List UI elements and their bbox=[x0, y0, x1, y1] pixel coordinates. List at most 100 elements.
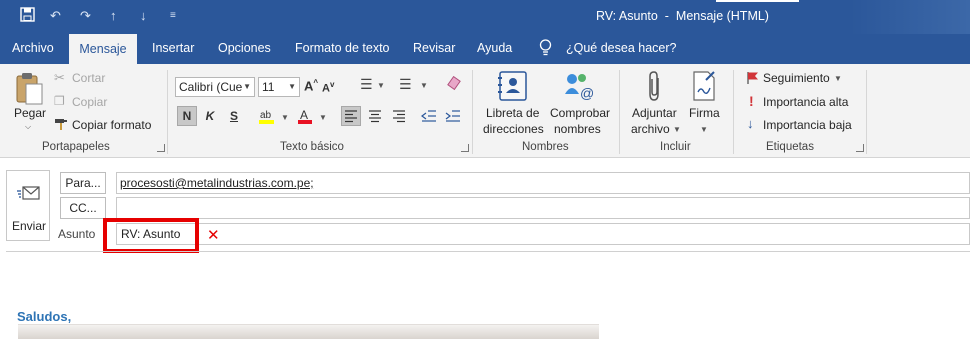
to-button[interactable]: Para... bbox=[60, 172, 106, 194]
send-icon bbox=[17, 185, 41, 206]
low-importance-button[interactable]: Importancia baja bbox=[763, 118, 852, 132]
send-button[interactable]: Enviar bbox=[6, 170, 50, 241]
undo-icon[interactable]: ↶ bbox=[50, 8, 61, 24]
copy-icon: ❐ bbox=[54, 94, 65, 108]
italic-button[interactable]: K bbox=[200, 106, 220, 126]
grow-font-icon[interactable]: A^ bbox=[304, 78, 318, 93]
tab-insertar[interactable]: Insertar bbox=[152, 41, 194, 55]
lightbulb-icon bbox=[539, 39, 552, 59]
close-icon[interactable]: ✕ bbox=[207, 226, 220, 244]
cc-button[interactable]: CC... bbox=[60, 197, 106, 219]
chevron-down-icon[interactable]: ▼ bbox=[377, 81, 385, 90]
cut-button[interactable]: Cortar bbox=[72, 71, 105, 85]
chevron-down-icon[interactable]: ▼ bbox=[319, 113, 327, 122]
address-book-label-2[interactable]: direcciones bbox=[483, 122, 544, 136]
title-pattern bbox=[850, 0, 970, 34]
title-bar: ↶ ↷ ↑ ↓ ≡ RV: Asunto - Mensaje (HTML) bbox=[0, 0, 970, 34]
basic-text-group-label: Texto básico bbox=[280, 141, 344, 153]
paste-dropdown-icon[interactable]: ⌵ bbox=[25, 122, 31, 132]
low-importance-icon: ↓ bbox=[747, 116, 754, 131]
highlight-color-icon[interactable]: ab bbox=[258, 107, 276, 128]
attach-file-label-2[interactable]: archivo bbox=[631, 122, 670, 136]
clear-format-icon[interactable] bbox=[446, 75, 462, 95]
tab-archivo[interactable]: Archivo bbox=[12, 41, 54, 55]
chevron-down-icon[interactable]: ▼ bbox=[420, 81, 428, 90]
high-importance-button[interactable]: Importancia alta bbox=[763, 95, 848, 109]
customize-icon[interactable]: ≡ bbox=[170, 10, 176, 21]
tab-formato-de-texto[interactable]: Formato de texto bbox=[295, 41, 390, 55]
signature-icon bbox=[692, 70, 718, 105]
chevron-down-icon: ▼ bbox=[243, 82, 251, 91]
font-name-value: Calibri (Cue bbox=[179, 80, 243, 94]
numbering-icon[interactable]: ☰ bbox=[399, 76, 412, 93]
address-book-icon bbox=[497, 70, 529, 105]
bold-button[interactable]: N bbox=[177, 106, 197, 126]
clipboard-group-label: Portapapeles bbox=[42, 141, 110, 153]
subject-field[interactable]: RV: Asunto bbox=[116, 223, 970, 245]
chevron-down-icon[interactable]: ▼ bbox=[834, 74, 842, 83]
window-title: RV: Asunto - Mensaje (HTML) bbox=[596, 9, 769, 23]
svg-text:A: A bbox=[300, 108, 308, 122]
include-group-label: Incluir bbox=[660, 141, 691, 153]
shrink-font-icon[interactable]: Av bbox=[322, 80, 334, 95]
format-painter-icon bbox=[54, 117, 68, 134]
subject-label: Asunto bbox=[58, 227, 96, 241]
check-names-icon: @ bbox=[563, 70, 597, 105]
signature-label[interactable]: Firma bbox=[689, 106, 720, 120]
tab-revisar[interactable]: Revisar bbox=[413, 41, 455, 55]
font-color-icon[interactable]: A bbox=[296, 107, 314, 128]
separator bbox=[167, 70, 168, 154]
increase-indent-icon[interactable] bbox=[444, 107, 462, 128]
check-names-label-1[interactable]: Comprobar bbox=[550, 106, 610, 120]
separator bbox=[866, 70, 867, 154]
decrease-indent-icon[interactable] bbox=[420, 107, 438, 128]
chevron-down-icon[interactable]: ▼ bbox=[281, 113, 289, 122]
to-field[interactable]: procesosti@metalindustrias.com.pe; bbox=[116, 172, 970, 194]
high-importance-icon: ! bbox=[749, 93, 754, 109]
cc-field[interactable] bbox=[116, 197, 970, 219]
copy-button[interactable]: Copiar bbox=[72, 95, 107, 109]
tab-opciones[interactable]: Opciones bbox=[218, 41, 271, 55]
redo-icon[interactable]: ↷ bbox=[80, 8, 91, 24]
chevron-down-icon[interactable]: ▼ bbox=[700, 125, 708, 134]
up-arrow-icon[interactable]: ↑ bbox=[110, 8, 117, 23]
greeting-text: Saludos, bbox=[17, 309, 72, 324]
font-size-combo[interactable]: 11 ▼ bbox=[258, 77, 300, 97]
flag-icon bbox=[746, 71, 760, 88]
attach-file-label-1[interactable]: Adjuntar bbox=[632, 106, 677, 120]
address-book-label-1[interactable]: Libreta de bbox=[486, 106, 539, 120]
chevron-down-icon: ▼ bbox=[288, 82, 296, 91]
font-name-combo[interactable]: Calibri (Cue ▼ bbox=[175, 77, 255, 97]
align-left-icon bbox=[345, 110, 357, 123]
svg-text:@: @ bbox=[580, 85, 594, 101]
subject-highlight-box bbox=[103, 218, 199, 253]
paste-icon bbox=[16, 73, 43, 105]
format-painter-button[interactable]: Copiar formato bbox=[72, 118, 151, 132]
tab-mensaje-label: Mensaje bbox=[79, 42, 127, 56]
paste-button[interactable] bbox=[14, 72, 44, 109]
align-right-icon[interactable] bbox=[390, 107, 408, 128]
down-arrow-icon[interactable]: ↓ bbox=[140, 8, 147, 23]
basic-text-launcher-icon[interactable] bbox=[461, 144, 469, 152]
ribbon-tabs: Archivo Insertar Opciones Formato de tex… bbox=[0, 34, 970, 64]
underline-button[interactable]: S bbox=[224, 106, 244, 126]
send-label: Enviar bbox=[12, 219, 47, 233]
tags-launcher-icon[interactable] bbox=[856, 144, 864, 152]
bullets-icon[interactable]: ☰ bbox=[360, 76, 373, 93]
tab-mensaje[interactable]: Mensaje bbox=[69, 34, 137, 64]
align-center-icon[interactable] bbox=[366, 107, 384, 128]
title-accent bbox=[716, 0, 799, 2]
pasted-image bbox=[18, 324, 599, 339]
to-recipient[interactable]: procesosti@metalindustrias.com.pe; bbox=[120, 176, 314, 190]
separator bbox=[733, 70, 734, 154]
chevron-down-icon[interactable]: ▼ bbox=[673, 125, 681, 134]
clipboard-launcher-icon[interactable] bbox=[157, 144, 165, 152]
align-left-button[interactable] bbox=[341, 106, 361, 126]
check-names-label-2[interactable]: nombres bbox=[554, 122, 601, 136]
follow-up-button[interactable]: Seguimiento bbox=[763, 71, 830, 85]
separator bbox=[619, 70, 620, 154]
save-icon[interactable] bbox=[20, 7, 35, 25]
tell-me-input[interactable]: ¿Qué desea hacer? bbox=[566, 41, 677, 55]
paperclip-icon bbox=[646, 70, 664, 105]
tab-ayuda[interactable]: Ayuda bbox=[477, 41, 512, 55]
